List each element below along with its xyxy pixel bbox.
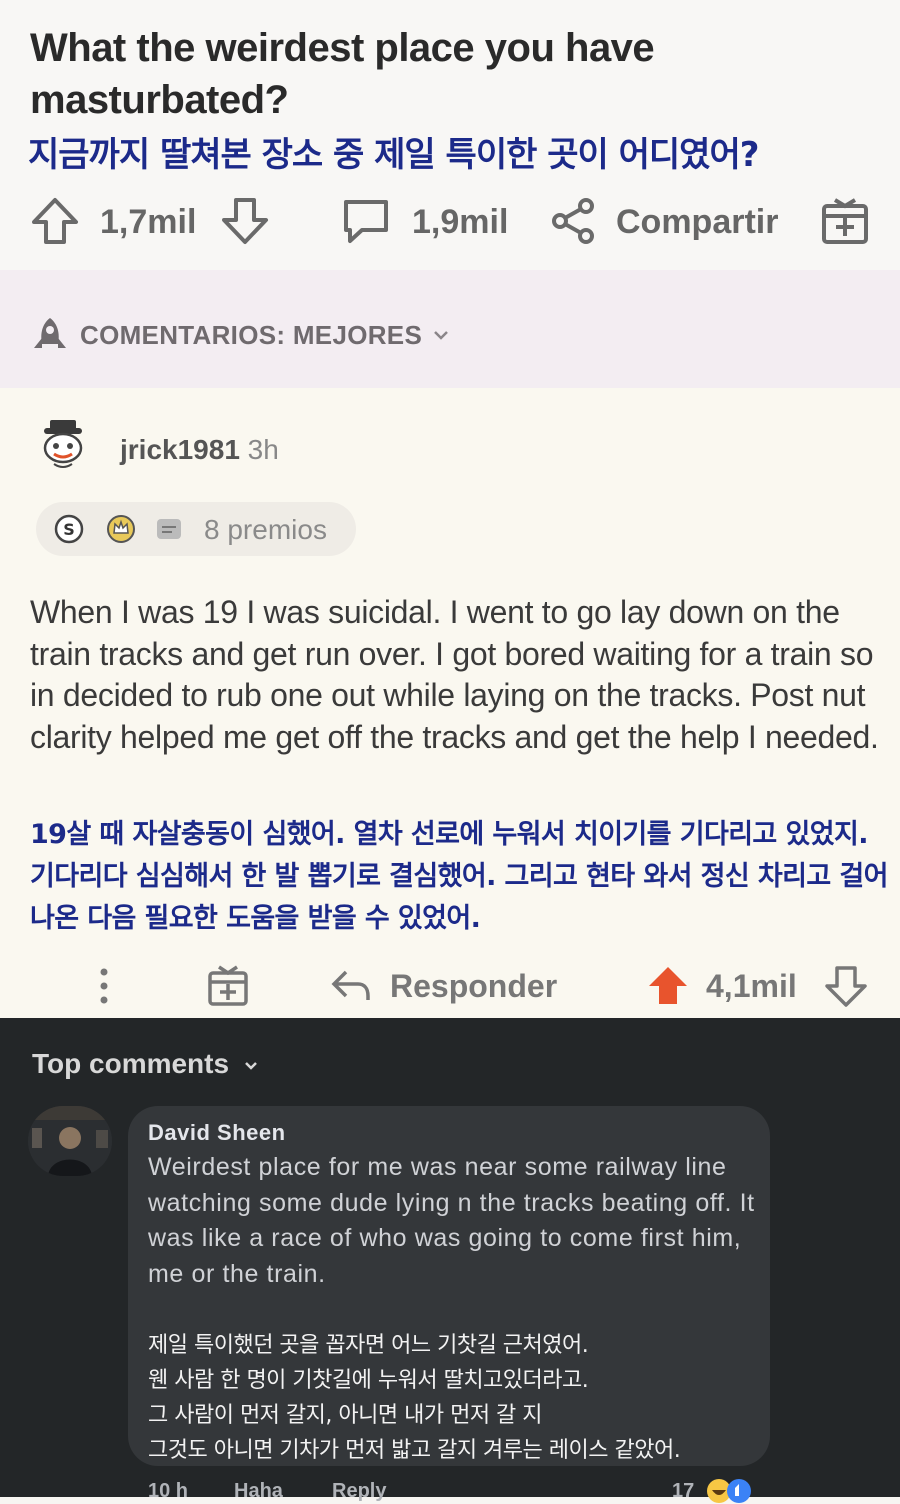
reaction-count: 17	[672, 1480, 695, 1502]
post-title-translation: 지금까지 딸쳐본 장소 중 제일 특이한 곳이 어디였어?	[28, 135, 759, 175]
wholesome-award-icon	[157, 519, 181, 539]
awards-badge[interactable]: S 8 premios	[36, 502, 356, 556]
sort-label: COMENTARIOS: MEJORES	[80, 320, 423, 350]
award-icon[interactable]	[820, 196, 870, 246]
facebook-comments-section: Top comments David Sheen Weirdest place …	[0, 1018, 900, 1503]
reply-icon[interactable]	[328, 966, 372, 1006]
award-icon[interactable]	[206, 964, 250, 1008]
comment-translation: 제일 특이했던 곳을 꼽자면 어느 기찻길 근처였어. 웬 사람 한 명이 기찻…	[148, 1333, 681, 1463]
comment-vote-count: 4,1mil	[706, 968, 797, 1004]
comment-icon[interactable]	[340, 196, 392, 246]
post-title: What the weirdest place you have masturb…	[30, 26, 655, 122]
downvote-icon[interactable]	[220, 196, 270, 246]
awards-count: 8 premios	[204, 514, 327, 545]
username[interactable]: jrick1981	[120, 434, 240, 465]
silver-award-icon: S	[54, 514, 84, 544]
chevron-down-icon	[434, 331, 448, 340]
comment-time: 10 h	[148, 1480, 189, 1502]
reddit-comment: jrick1981 3h S 8 premios When I was 19 I…	[0, 388, 900, 1018]
avatar[interactable]	[38, 418, 90, 474]
profile-photo	[28, 1106, 112, 1176]
comment-bubble: David Sheen Weirdest place for me was ne…	[128, 1106, 770, 1466]
comment-actions-bar: Responder 4,1mil	[0, 958, 900, 1014]
downvote-icon[interactable]	[824, 964, 868, 1008]
top-comments-label: Top comments	[32, 1048, 230, 1079]
reply-button[interactable]: Responder	[390, 968, 557, 1005]
comment-body: When I was 19 I was suicidal. I went to …	[30, 594, 879, 755]
svg-text:S: S	[63, 520, 75, 539]
top-comments-filter[interactable]: Top comments	[32, 1048, 259, 1080]
post-header: What the weirdest place you have masturb…	[0, 0, 900, 270]
reply-button[interactable]: Reply	[332, 1480, 386, 1503]
comment-author[interactable]: jrick1981 3h	[120, 434, 279, 466]
haha-reaction-button[interactable]: Haha	[234, 1480, 283, 1503]
avatar[interactable]	[28, 1106, 112, 1176]
upvote-active-icon[interactable]	[646, 964, 690, 1008]
comment-text: Weirdest place for me was near some rail…	[148, 1153, 755, 1288]
comment-sort-bar[interactable]: COMENTARIOS: MEJORES	[0, 270, 900, 388]
share-icon[interactable]	[548, 196, 598, 246]
reaction-emoji-icon	[707, 1479, 751, 1503]
more-options-icon[interactable]	[96, 966, 112, 1006]
comment-count: 1,9mil	[412, 203, 509, 241]
upvote-icon[interactable]	[30, 196, 80, 246]
post-actions-bar: 1,7mil 1,9mil Compartir	[0, 196, 900, 250]
rocket-icon	[34, 318, 66, 348]
upvote-count: 1,7mil	[100, 203, 197, 241]
comment-age: 3h	[247, 434, 279, 465]
gold-award-icon	[107, 515, 135, 543]
comment-translation: 19살 때 자살충동이 심했어. 열차 선로에 누워서 치이기를 기다리고 있었…	[30, 819, 889, 934]
share-button[interactable]: Compartir	[616, 202, 778, 242]
commenter-name[interactable]: David Sheen	[148, 1120, 286, 1146]
chevron-down-icon	[244, 1061, 257, 1070]
